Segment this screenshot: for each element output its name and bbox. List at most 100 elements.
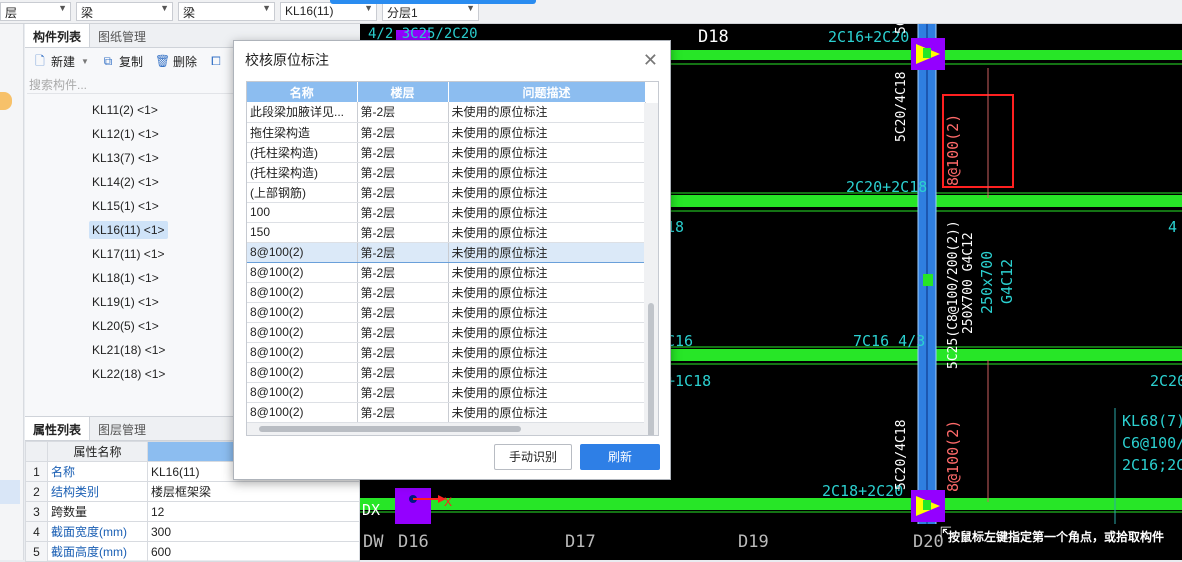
grid-row[interactable]: 8@100(2) 第-2层 未使用的原位标注 (247, 262, 646, 283)
grid-row[interactable]: 此段梁加腋详见... 第-2层 未使用的原位标注 (247, 102, 646, 123)
horizontal-scrollbar[interactable] (247, 423, 645, 435)
col-header-floor[interactable]: 楼层 (357, 82, 449, 102)
cell-name: 8@100(2) (247, 342, 358, 363)
grid-row[interactable]: 8@100(2) 第-2层 未使用的原位标注 (247, 342, 646, 363)
cell-name: (托柱梁构造) (247, 162, 358, 183)
tab-drawing-management[interactable]: 图纸管理 (90, 24, 154, 47)
new-label: 新建 (51, 54, 76, 69)
floor-combo[interactable]: 层 ▼ (0, 2, 71, 21)
left-nav-strip (0, 24, 24, 560)
trash-icon: 🗑 (154, 54, 171, 68)
cell-issue: 未使用的原位标注 (448, 262, 646, 283)
delete-button[interactable]: 🗑 删除 (151, 53, 201, 70)
subtype-combo[interactable]: 梁 ▼ (178, 2, 275, 21)
nav-badge[interactable] (0, 92, 12, 110)
floor-combo-value: 层 (5, 6, 18, 20)
beam-note: KL68(7) (1122, 412, 1182, 430)
scroll-thumb[interactable] (259, 426, 521, 432)
cell-floor: 第-2层 (357, 182, 449, 203)
tree-item-label: KL18(1) <1> (92, 271, 159, 285)
cell-issue: 未使用的原位标注 (448, 102, 646, 123)
grid-row[interactable]: 8@100(2) 第-2层 未使用的原位标注 (247, 362, 646, 383)
dialog-title: 校核原位标注 (245, 52, 329, 68)
property-row[interactable]: 2 结构类别 楼层框架梁 (25, 481, 360, 502)
grid-row[interactable]: 8@100(2) 第-2层 未使用的原位标注 (247, 382, 646, 403)
column-marker (923, 500, 931, 510)
cell-issue: 未使用的原位标注 (448, 342, 646, 363)
prop-name: 结构类别 (47, 481, 148, 502)
component-combo[interactable]: KL16(11) ▼ (280, 2, 377, 21)
tree-item-label: KL11(2) <1> (92, 103, 158, 117)
grid-row[interactable]: (托柱梁构造) 第-2层 未使用的原位标注 (247, 142, 646, 163)
chevron-down-icon: ▼ (364, 3, 373, 13)
grid-row[interactable]: 8@100(2) 第-2层 未使用的原位标注 (247, 402, 646, 423)
property-row[interactable]: 3 跨数量 12 (25, 501, 360, 522)
property-row[interactable]: 5 截面高度(mm) 600 (25, 541, 360, 562)
manual-identify-button[interactable]: 手动识别 (494, 444, 572, 470)
prop-value[interactable]: 300 (147, 521, 360, 542)
rebar-label: 7C16 4/3 (853, 332, 925, 350)
prop-value[interactable]: 600 (147, 541, 360, 562)
grid-row[interactable]: (上部钢筋) 第-2层 未使用的原位标注 (247, 182, 646, 203)
cell-issue: 未使用的原位标注 (448, 241, 646, 263)
prop-value[interactable]: 12 (147, 501, 360, 522)
tree-item-label: KL20(5) <1> (92, 319, 159, 333)
cell-name: 8@100(2) (247, 282, 358, 303)
grid-row[interactable]: (托柱梁构造) 第-2层 未使用的原位标注 (247, 162, 646, 183)
x-axis-label: X (444, 495, 452, 509)
tree-item-label: KL19(1) <1> (92, 295, 159, 309)
cell-floor: 第-2层 (357, 362, 449, 383)
col-header-issue[interactable]: 问题描述 (448, 82, 646, 102)
prop-name: 截面高度(mm) (47, 541, 148, 562)
cell-issue: 未使用的原位标注 (448, 322, 646, 343)
cell-floor: 第-2层 (357, 122, 449, 143)
column-note: 250X700 G4C12 (961, 232, 976, 334)
delete-label: 删除 (172, 54, 197, 69)
property-row[interactable]: 4 截面宽度(mm) 300 (25, 521, 360, 542)
chevron-down-icon: ▼ (58, 3, 67, 13)
refresh-button[interactable]: 刷新 (580, 444, 660, 470)
tree-item-label: KL12(1) <1> (92, 127, 159, 141)
scroll-thumb[interactable] (648, 303, 654, 435)
layer-combo[interactable]: 分层1 ▼ (382, 2, 479, 21)
close-icon[interactable]: ✕ (643, 41, 658, 79)
rebar-label: 2C20 (1150, 372, 1182, 390)
tab-property-list[interactable]: 属性列表 (25, 417, 91, 440)
cell-floor: 第-2层 (357, 402, 449, 423)
column-note: 250x700 (978, 251, 996, 314)
tab-component-list[interactable]: 构件列表 (25, 24, 91, 47)
grid-label: D19 (738, 532, 769, 552)
cell-issue: 未使用的原位标注 (448, 162, 646, 183)
cell-floor: 第-2层 (357, 302, 449, 323)
command-prompt: 按鼠标左键指定第一个角点，或拾取构件 (948, 528, 1182, 544)
header-num (25, 441, 48, 462)
rebar-label: 5C (894, 24, 909, 34)
col-header-name[interactable]: 名称 (247, 82, 358, 102)
cell-issue: 未使用的原位标注 (448, 362, 646, 383)
vertical-scrollbar[interactable] (644, 103, 658, 435)
copy-icon: ⧉ (103, 54, 113, 68)
grid-row[interactable]: 8@100(2) 第-2层 未使用的原位标注 (247, 302, 646, 323)
grid-row[interactable]: 100 第-2层 未使用的原位标注 (247, 202, 646, 223)
grid-row[interactable]: 拖住梁构造 第-2层 未使用的原位标注 (247, 122, 646, 143)
prop-value[interactable]: 楼层框架梁 (147, 481, 360, 502)
grid-label: DW (363, 532, 384, 552)
new-button[interactable]: 🗋 新建 ▼ (29, 53, 93, 70)
rebar-label: 5C20/4C18 (894, 420, 909, 490)
copy-button[interactable]: ⧉ 复制 (97, 53, 147, 70)
rebar-label: 2C20+2C18 (846, 178, 927, 196)
tab-layer-management[interactable]: 图层管理 (90, 417, 154, 440)
grid-label: D17 (565, 532, 596, 552)
type-combo[interactable]: 梁 ▼ (76, 2, 173, 21)
more-button[interactable]: ⧠ (205, 54, 231, 68)
nav-selected-marker[interactable] (0, 480, 20, 504)
beam-marker (923, 274, 933, 286)
grid-row[interactable]: 150 第-2层 未使用的原位标注 (247, 222, 646, 243)
cell-name: 150 (247, 222, 358, 243)
grid-row[interactable]: 8@100(2) 第-2层 未使用的原位标注 (247, 282, 646, 303)
grid-row[interactable]: 8@100(2) 第-2层 未使用的原位标注 (247, 322, 646, 343)
result-grid: 名称 楼层 问题描述 此段梁加腋详见... 第-2层 未使用的原位标注 拖住梁构造 第-… (246, 81, 659, 436)
grid-row-selected[interactable]: 8@100(2) 第-2层 未使用的原位标注 (247, 241, 646, 263)
grid-label: D16 (398, 532, 429, 552)
rebar-label: 5C20/4C18 (894, 72, 909, 142)
